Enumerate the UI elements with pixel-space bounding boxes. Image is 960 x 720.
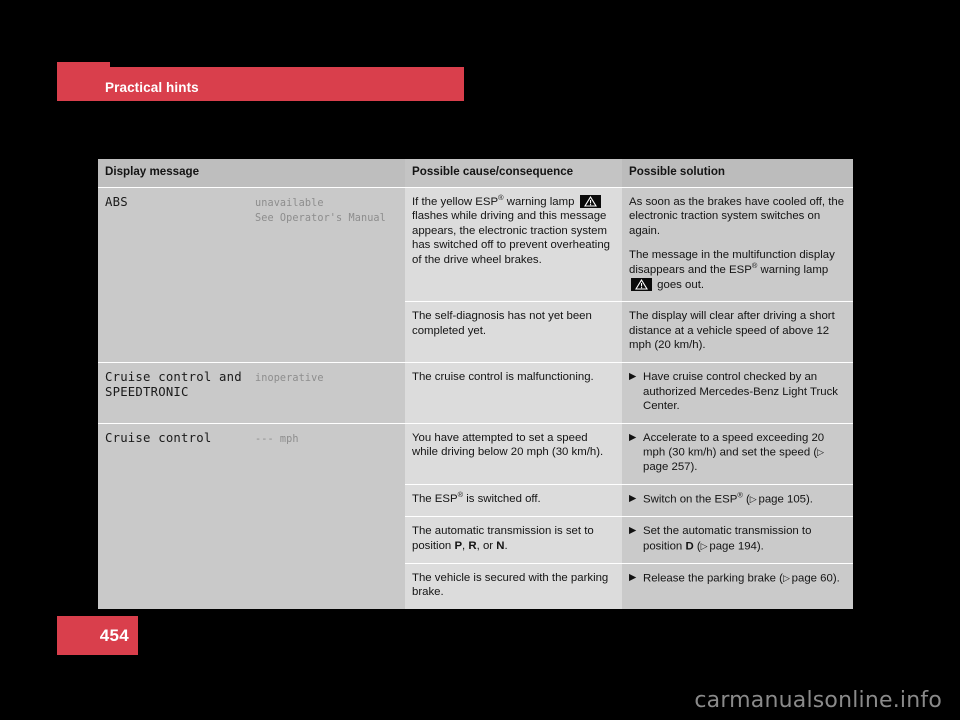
message-value: inoperative: [255, 370, 324, 387]
message-value-line: See Operator's Manual: [255, 213, 386, 225]
solution-text: Switch on the ESP® (▷ page 105).: [643, 490, 813, 506]
cell-possible-cause: The ESP® is switched off.: [405, 485, 622, 517]
table-row: Cruise control and SPEEDTRONIC inoperati…: [98, 362, 853, 423]
cell-possible-solution: ▶ Accelerate to a speed exceeding 20 mph…: [622, 423, 853, 484]
page-title: Practical hints: [105, 80, 199, 95]
table-subrow: The self-diagnosis has not yet been comp…: [405, 302, 853, 362]
page-reference[interactable]: page 105: [759, 494, 807, 506]
bullet-arrow-icon: ▶: [629, 493, 637, 504]
cell-possible-cause: The self-diagnosis has not yet been comp…: [405, 302, 622, 362]
page-reference-icon: ▷: [817, 447, 826, 458]
page-number-box: 454: [57, 616, 138, 655]
column-header-possible-cause: Possible cause/consequence: [405, 159, 622, 187]
cell-possible-solution: As soon as the brakes have cooled off, t…: [622, 187, 853, 302]
message-name: Cruise control and SPEEDTRONIC: [105, 370, 255, 401]
bullet-arrow-icon: ▶: [629, 525, 637, 537]
warning-triangle-lamp-icon: [579, 194, 601, 208]
cell-possible-cause: You have attempted to set a speed while …: [405, 423, 622, 484]
column-header-display-message: Display message: [98, 159, 405, 187]
table-row: ABS unavailable See Operator's Manual If…: [98, 187, 853, 362]
message-value: --- mph: [255, 431, 299, 448]
cause-text: If the yellow ESP® warning lamp flashes …: [412, 192, 610, 266]
table-subrow: You have attempted to set a speed while …: [405, 423, 853, 484]
watermark: carmanualsonline.info: [694, 688, 942, 713]
message-value-line: inoperative: [255, 372, 324, 384]
cell-display-message: Cruise control --- mph: [98, 423, 405, 609]
cell-possible-solution: ▶ Have cruise control checked by an auth…: [622, 362, 853, 423]
cell-possible-cause: The automatic transmission is set to pos…: [405, 517, 622, 563]
message-name: ABS: [105, 194, 128, 209]
message-name-line: Cruise control and: [105, 369, 242, 384]
cell-possible-cause: The vehicle is secured with the parking …: [405, 563, 622, 609]
page-reference[interactable]: page 194: [709, 540, 757, 552]
solution-text: Set the automatic transmission to positi…: [643, 525, 812, 553]
page-reference[interactable]: page 60: [792, 572, 833, 584]
table-header-row: Display message Possible cause/consequen…: [98, 159, 853, 187]
cell-possible-cause: If the yellow ESP® warning lamp flashes …: [405, 187, 622, 302]
page-reference-icon: ▷: [749, 494, 759, 504]
message-name: Cruise control: [105, 430, 212, 445]
display-messages-table: Display message Possible cause/consequen…: [98, 159, 853, 609]
solution-text: The message in the multifunction display…: [629, 249, 835, 291]
solution-text: Have cruise control checked by an author…: [643, 370, 839, 413]
cell-possible-cause: The cruise control is malfunctioning.: [405, 362, 622, 423]
cell-possible-solution: The display will clear after driving a s…: [622, 302, 853, 362]
solution-text: Accelerate to a speed exceeding 20 mph (…: [643, 431, 826, 474]
table-subrow: If the yellow ESP® warning lamp flashes …: [405, 187, 853, 302]
page-number: 454: [99, 626, 129, 645]
message-value-line: unavailable: [255, 197, 324, 209]
table-subrow: The vehicle is secured with the parking …: [405, 563, 853, 609]
cell-display-message: ABS unavailable See Operator's Manual: [98, 187, 405, 362]
page-reference-icon: ▷: [782, 572, 792, 583]
page-reference[interactable]: page 257: [643, 461, 691, 473]
column-header-possible-solution: Possible solution: [622, 159, 853, 187]
message-name-line: SPEEDTRONIC: [105, 385, 189, 400]
cell-display-message: Cruise control and SPEEDTRONIC inoperati…: [98, 362, 405, 423]
cell-possible-solution: ▶ Release the parking brake (▷ page 60).: [622, 563, 853, 609]
bullet-arrow-icon: ▶: [629, 431, 637, 443]
message-value: unavailable See Operator's Manual: [255, 195, 386, 227]
message-value-line: --- mph: [255, 433, 299, 445]
bullet-arrow-icon: ▶: [629, 571, 637, 583]
table-subrow: The automatic transmission is set to pos…: [405, 517, 853, 563]
cell-possible-solution: ▶ Switch on the ESP® (▷ page 105).: [622, 485, 853, 517]
solution-text: Release the parking brake (▷ page 60).: [643, 572, 840, 585]
table-subrow: The ESP® is switched off. ▶ Switch on th…: [405, 485, 853, 517]
solution-text: As soon as the brakes have cooled off, t…: [629, 195, 845, 237]
bullet-arrow-icon: ▶: [629, 370, 637, 382]
cell-possible-solution: ▶ Set the automatic transmission to posi…: [622, 517, 853, 563]
table-row: Cruise control --- mph You have attempte…: [98, 423, 853, 609]
warning-triangle-lamp-icon: [631, 277, 652, 291]
